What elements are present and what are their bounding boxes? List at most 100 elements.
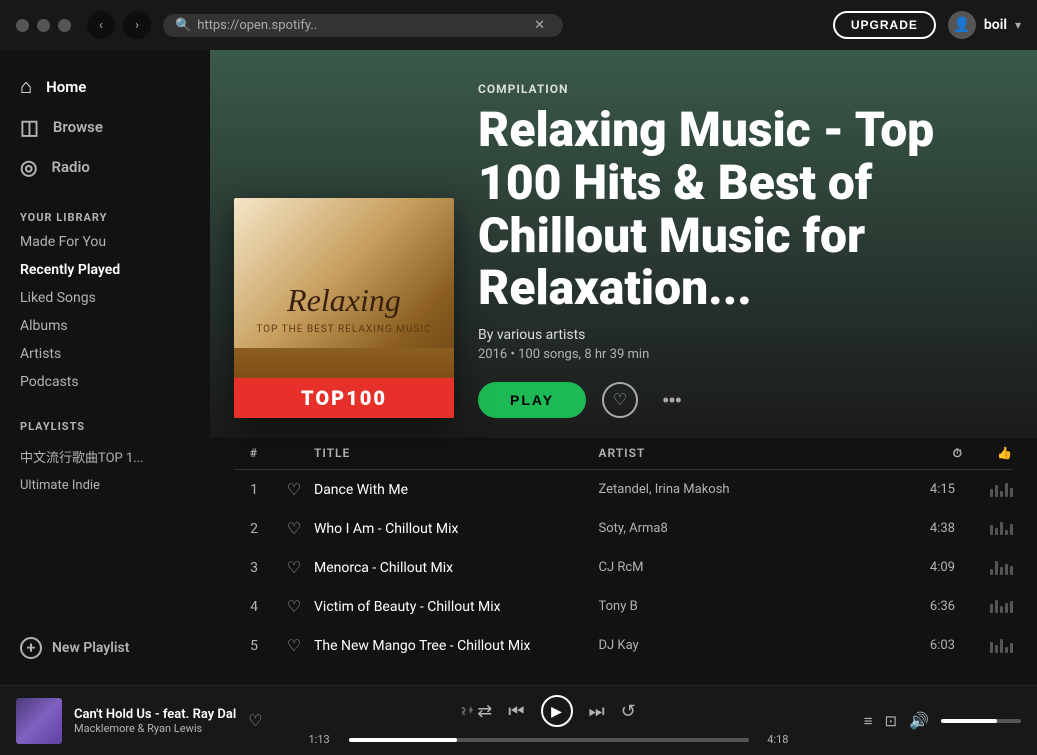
player-right: ≡ ⊡ 🔊 <box>801 711 1021 730</box>
forward-button[interactable]: › <box>123 11 151 39</box>
album-info: COMPILATION Relaxing Music - Top 100 Hit… <box>478 82 1013 418</box>
playlists-section: PLAYLISTS 中文流行歌曲TOP 1... Ultimate Indie <box>0 412 210 499</box>
more-options-button[interactable]: ••• <box>654 382 690 418</box>
like-button[interactable]: ♡ <box>602 382 638 418</box>
progress-bar[interactable] <box>349 738 749 742</box>
player-like-icon[interactable]: ♡ <box>248 711 262 730</box>
library-section-title: YOUR LIBRARY <box>0 203 210 228</box>
track-artist: Soty, Arma8 <box>599 521 884 536</box>
sidebar-item-browse[interactable]: ◫ Browse <box>8 107 202 147</box>
table-row[interactable]: 3 ♡ Menorca - Chillout Mix CJ RcM 4:09 <box>234 548 1013 587</box>
player-track-details: Can't Hold Us - feat. Ray Dal Macklemore… <box>74 707 236 735</box>
next-button[interactable]: ⏭ <box>589 701 605 722</box>
window-controls <box>16 19 71 32</box>
album-art-subtitle: TOP THE BEST RELAXING MUSIC <box>256 324 431 335</box>
progress-bar-container: 1:13 4:18 <box>309 733 789 746</box>
album-type-label: COMPILATION <box>478 82 1013 96</box>
track-duration: 6:03 <box>883 638 963 653</box>
sidebar-item-radio[interactable]: ◎ Radio <box>8 147 202 187</box>
player-thumbnail <box>16 698 62 744</box>
url-bar[interactable]: 🔍 https://open.spotify.. ✕ <box>163 14 563 37</box>
track-heart-icon[interactable]: ♡ <box>274 519 314 538</box>
album-details: 2016 • 100 songs, 8 hr 39 min <box>478 347 1013 362</box>
playlists-section-title: PLAYLISTS <box>8 412 202 441</box>
browse-icon: ◫ <box>20 115 39 139</box>
track-number: 1 <box>234 482 274 498</box>
track-artist: Tony B <box>599 599 884 614</box>
track-title: Menorca - Chillout Mix <box>314 560 599 576</box>
table-row[interactable]: 1 ♡ Dance With Me Zetandel, Irina Makosh… <box>234 470 1013 509</box>
header-artist: ARTIST <box>599 446 884 461</box>
sidebar-item-podcasts[interactable]: Podcasts <box>0 368 210 396</box>
close-button[interactable] <box>16 19 29 32</box>
shuffle-button[interactable]: ⇄ <box>461 701 492 722</box>
album-art: Relaxing TOP THE BEST RELAXING MUSIC TOP… <box>234 198 454 418</box>
track-heart-icon[interactable]: ♡ <box>274 558 314 577</box>
player-track-name: Can't Hold Us - feat. Ray Dal <box>74 707 236 722</box>
play-pause-button[interactable]: ▶ <box>541 695 573 727</box>
search-icon: 🔍 <box>175 18 191 33</box>
album-duration: 8 hr 39 min <box>584 347 649 362</box>
sidebar-item-liked-songs[interactable]: Liked Songs <box>0 284 210 312</box>
username-label: boil <box>984 17 1007 33</box>
home-icon: ⌂ <box>20 74 32 99</box>
sidebar-item-artists[interactable]: Artists <box>0 340 210 368</box>
radio-icon: ◎ <box>20 155 37 179</box>
sidebar-item-radio-label: Radio <box>51 158 89 176</box>
album-song-count: 100 songs <box>518 347 578 362</box>
player-artist-name: Macklemore & Ryan Lewis <box>74 722 236 735</box>
topbar: ‹ › 🔍 https://open.spotify.. ✕ UPGRADE 👤… <box>0 0 1037 50</box>
header-popularity: 👍 <box>963 446 1013 461</box>
repeat-button[interactable]: ↺ <box>621 701 636 722</box>
album-header: Relaxing TOP THE BEST RELAXING MUSIC TOP… <box>210 50 1037 438</box>
sidebar-item-home[interactable]: ⌂ Home <box>8 66 202 107</box>
maximize-button[interactable] <box>58 19 71 32</box>
sidebar-item-recently-played[interactable]: Recently Played <box>0 256 210 284</box>
playlist-item-chinese-top[interactable]: 中文流行歌曲TOP 1... <box>8 441 202 472</box>
sidebar: ⌂ Home ◫ Browse ◎ Radio YOUR LIBRARY Mad… <box>0 50 210 685</box>
total-time: 4:18 <box>757 733 789 746</box>
track-number: 4 <box>234 599 274 615</box>
sidebar-item-home-label: Home <box>46 78 86 96</box>
current-time: 1:13 <box>309 733 341 746</box>
url-close-icon[interactable]: ✕ <box>534 18 545 33</box>
sidebar-item-albums[interactable]: Albums <box>0 312 210 340</box>
volume-fill <box>941 719 997 723</box>
header-duration: ⏱ <box>883 446 963 461</box>
new-playlist-label: New Playlist <box>52 640 129 656</box>
content-area: Relaxing TOP THE BEST RELAXING MUSIC TOP… <box>210 50 1037 685</box>
header-heart <box>274 446 314 461</box>
album-art-title: Relaxing <box>287 281 401 319</box>
album-year: 2016 <box>478 347 507 362</box>
new-playlist-button[interactable]: + New Playlist <box>0 627 210 669</box>
nav-arrows: ‹ › <box>87 11 151 39</box>
queue-icon[interactable]: ≡ <box>864 712 873 730</box>
playlist-item-ultimate-indie[interactable]: Ultimate Indie <box>8 472 202 499</box>
track-duration: 4:38 <box>883 521 963 536</box>
devices-icon[interactable]: ⊡ <box>885 712 898 730</box>
back-button[interactable]: ‹ <box>87 11 115 39</box>
track-heart-icon[interactable]: ♡ <box>274 480 314 499</box>
track-heart-icon[interactable]: ♡ <box>274 597 314 616</box>
track-popularity-bars <box>963 522 1013 535</box>
track-title: Dance With Me <box>314 482 599 498</box>
track-popularity-bars <box>963 600 1013 613</box>
user-area[interactable]: 👤 boil ▾ <box>948 11 1021 39</box>
minimize-button[interactable] <box>37 19 50 32</box>
upgrade-button[interactable]: UPGRADE <box>833 11 936 39</box>
previous-button[interactable]: ⏮ <box>508 701 524 722</box>
table-row[interactable]: 5 ♡ The New Mango Tree - Chillout Mix DJ… <box>234 626 1013 665</box>
player-track-info: Can't Hold Us - feat. Ray Dal Macklemore… <box>16 698 296 744</box>
play-button[interactable]: PLAY <box>478 382 586 418</box>
track-heart-icon[interactable]: ♡ <box>274 636 314 655</box>
sidebar-item-made-for-you[interactable]: Made For You <box>0 228 210 256</box>
topbar-right: UPGRADE 👤 boil ▾ <box>833 11 1021 39</box>
table-row[interactable]: 2 ♡ Who I Am - Chillout Mix Soty, Arma8 … <box>234 509 1013 548</box>
track-artist: CJ RcM <box>599 560 884 575</box>
volume-icon[interactable]: 🔊 <box>909 711 929 730</box>
track-number: 2 <box>234 521 274 537</box>
table-row[interactable]: 4 ♡ Victim of Beauty - Chillout Mix Tony… <box>234 587 1013 626</box>
track-popularity-bars <box>963 561 1013 575</box>
volume-bar[interactable] <box>941 719 1021 723</box>
sidebar-nav: ⌂ Home ◫ Browse ◎ Radio <box>0 66 210 187</box>
